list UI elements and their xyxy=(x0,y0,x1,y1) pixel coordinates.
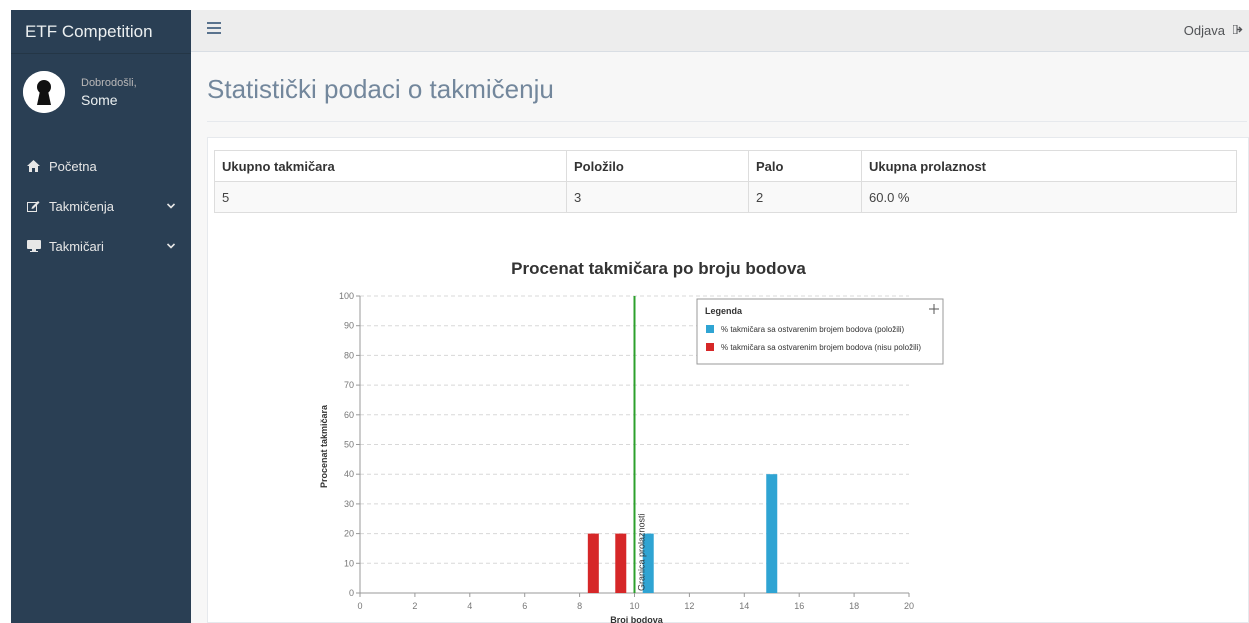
y-axis-label: Procenat takmičara xyxy=(319,404,329,488)
y-tick-label: 90 xyxy=(344,321,354,331)
legend-title: Legenda xyxy=(705,306,743,316)
legend-swatch xyxy=(706,325,714,333)
y-tick-label: 60 xyxy=(344,410,354,420)
welcome-text: Dobrodošli, xyxy=(81,76,137,89)
sidebar-item-pocetna[interactable]: Početna xyxy=(11,146,191,186)
bar xyxy=(587,533,599,593)
home-icon xyxy=(27,160,43,172)
chevron-down-icon xyxy=(166,241,176,252)
statistics-panel: Ukupno takmičara Položilo Palo Ukupna pr… xyxy=(207,137,1249,623)
y-tick-label: 30 xyxy=(344,499,354,509)
x-tick-label: 8 xyxy=(577,601,582,611)
profile-section: Dobrodošli, Some xyxy=(11,54,191,130)
x-tick-label: 10 xyxy=(629,601,639,611)
chevron-down-icon xyxy=(166,201,176,212)
x-tick-label: 16 xyxy=(794,601,804,611)
monitor-icon xyxy=(27,240,43,252)
x-tick-label: 12 xyxy=(684,601,694,611)
x-tick-label: 4 xyxy=(467,601,472,611)
bar xyxy=(615,533,627,593)
y-tick-label: 40 xyxy=(344,469,354,479)
menu-toggle-icon[interactable] xyxy=(207,22,221,34)
logout-link[interactable]: Odjava xyxy=(1184,23,1243,38)
sidebar-item-takmicenja[interactable]: Takmičenja xyxy=(11,186,191,226)
user-name: Some xyxy=(81,91,118,108)
threshold-label: Granica prolaznosti xyxy=(637,513,647,591)
y-tick-label: 70 xyxy=(344,380,354,390)
logout-label: Odjava xyxy=(1183,23,1225,38)
title-divider xyxy=(207,121,1247,122)
score-distribution-chart: Procenat takmičara po broju bodova010203… xyxy=(319,259,944,623)
sidebar-menu: Početna Takmičenja Takmičari xyxy=(11,146,191,266)
sidebar-item-label: Početna xyxy=(49,158,97,174)
main-content: Statistički podaci o takmičenju Ukupno t… xyxy=(191,52,1249,623)
user-silhouette-icon xyxy=(23,71,65,113)
y-tick-label: 100 xyxy=(339,291,354,301)
x-tick-label: 6 xyxy=(522,601,527,611)
x-axis-label: Broj bodova xyxy=(610,615,663,623)
y-tick-label: 20 xyxy=(344,529,354,539)
y-tick-label: 0 xyxy=(349,588,354,598)
x-tick-label: 2 xyxy=(412,601,417,611)
bar xyxy=(766,474,778,593)
sidebar-item-takmicari[interactable]: Takmičari xyxy=(11,226,191,266)
edit-icon xyxy=(27,200,43,212)
avatar xyxy=(23,71,65,113)
x-tick-label: 14 xyxy=(739,601,749,611)
y-tick-label: 80 xyxy=(344,350,354,360)
page-title: Statistički podaci o takmičenju xyxy=(207,74,554,104)
sidebar-item-label: Takmičenja xyxy=(49,198,115,214)
app-title[interactable]: ETF Competition xyxy=(11,10,191,54)
x-tick-label: 0 xyxy=(357,601,362,611)
legend-entry: % takmičara sa ostvarenim brojem bodova … xyxy=(721,343,921,352)
y-tick-label: 10 xyxy=(344,558,354,568)
top-navbar: Odjava xyxy=(191,10,1249,52)
x-tick-label: 18 xyxy=(849,601,859,611)
sidebar: ETF Competition Dobrodošli, Some Početna… xyxy=(11,10,191,623)
sidebar-item-label: Takmičari xyxy=(49,238,104,254)
legend-entry: % takmičara sa ostvarenim brojem bodova … xyxy=(721,325,905,334)
y-tick-label: 50 xyxy=(344,440,354,450)
sign-out-icon xyxy=(1232,24,1243,37)
legend-swatch xyxy=(706,343,714,351)
x-tick-label: 20 xyxy=(904,601,914,611)
chart-title: Procenat takmičara po broju bodova xyxy=(511,259,806,278)
